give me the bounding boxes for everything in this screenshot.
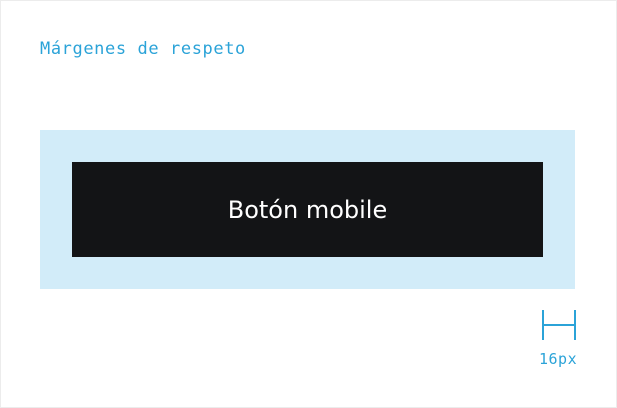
section-title: Márgenes de respeto	[40, 39, 246, 59]
spec-card: Márgenes de respeto Botón mobile 16px	[0, 0, 617, 408]
mobile-button-label: Botón mobile	[227, 195, 388, 224]
width-measure-icon	[542, 310, 576, 340]
respect-margin-area: Botón mobile	[40, 130, 575, 289]
measure-label: 16px	[539, 350, 578, 368]
mobile-button-sample[interactable]: Botón mobile	[72, 162, 543, 257]
